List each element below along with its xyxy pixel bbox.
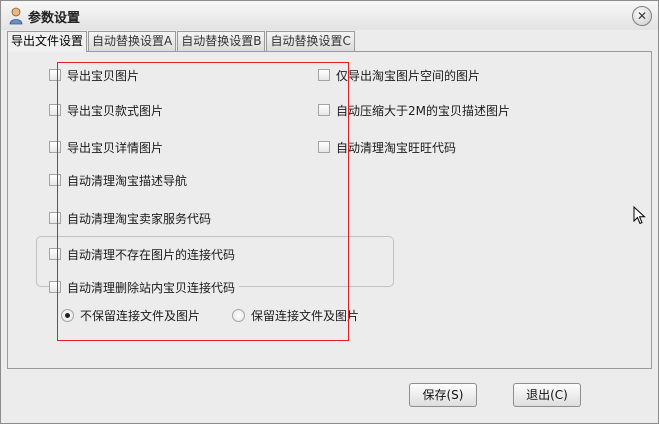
radio-label: 保留连接文件及图片 [251, 308, 360, 323]
close-icon: ✕ [636, 9, 648, 23]
option-export-style-images[interactable]: 导出宝贝款式图片 [49, 102, 163, 118]
option-label: 自动清理删除站内宝贝连接代码 [67, 280, 236, 295]
radio-keep-links[interactable]: 保留连接文件及图片 [232, 307, 359, 323]
option-compress-large-images[interactable]: 自动压缩大于2M的宝贝描述图片 [318, 102, 510, 118]
option-export-detail-images[interactable]: 导出宝贝详情图片 [49, 139, 163, 155]
checkbox[interactable] [49, 104, 61, 116]
option-label: 导出宝贝款式图片 [67, 103, 164, 118]
checkbox[interactable] [49, 141, 61, 153]
tab-auto-replace-c[interactable]: 自动替换设置C [266, 31, 355, 51]
option-label: 自动清理淘宝旺旺代码 [336, 140, 457, 155]
option-clean-internal-item-links[interactable]: 自动清理删除站内宝贝连接代码 [49, 279, 240, 295]
checkbox[interactable] [49, 212, 61, 224]
tab-auto-replace-b[interactable]: 自动替换设置B [177, 31, 266, 51]
user-icon [9, 7, 23, 25]
option-clean-description-nav[interactable]: 自动清理淘宝描述导航 [49, 172, 187, 188]
settings-dialog: 参数设置 ✕ 导出文件设置 自动替换设置A 自动替换设置B 自动替换设置C 导出… [0, 0, 659, 424]
option-label: 自动清理淘宝卖家服务代码 [67, 211, 212, 226]
radio-discard-links[interactable]: 不保留连接文件及图片 [61, 307, 200, 323]
option-clean-wangwang-code[interactable]: 自动清理淘宝旺旺代码 [318, 139, 456, 155]
checkbox[interactable] [318, 141, 330, 153]
radio-label: 不保留连接文件及图片 [80, 308, 201, 323]
title-bar: 参数设置 ✕ [1, 1, 658, 30]
radio-button[interactable] [61, 308, 74, 322]
mouse-cursor-icon [633, 206, 646, 225]
option-only-image-space[interactable]: 仅导出淘宝图片空间的图片 [318, 67, 480, 83]
checkbox[interactable] [318, 104, 330, 116]
checkbox[interactable] [49, 281, 61, 293]
tab-bar: 导出文件设置 自动替换设置A 自动替换设置B 自动替换设置C [7, 31, 356, 52]
close-button[interactable]: ✕ [632, 6, 652, 26]
checkbox[interactable] [49, 174, 61, 186]
option-label: 导出宝贝图片 [67, 68, 140, 83]
tab-export-settings[interactable]: 导出文件设置 [7, 31, 88, 52]
tab-auto-replace-a[interactable]: 自动替换设置A [88, 31, 177, 51]
option-label: 自动压缩大于2M的宝贝描述图片 [336, 103, 510, 118]
window-title: 参数设置 [28, 11, 81, 26]
option-label: 导出宝贝详情图片 [67, 140, 164, 155]
radio-button[interactable] [232, 308, 245, 322]
option-label: 自动清理淘宝描述导航 [67, 173, 188, 188]
option-export-item-images[interactable]: 导出宝贝图片 [49, 67, 139, 83]
option-label: 仅导出淘宝图片空间的图片 [336, 68, 481, 83]
save-button[interactable]: 保存(S) [409, 383, 477, 407]
checkbox[interactable] [318, 69, 330, 81]
checkbox[interactable] [49, 69, 61, 81]
option-clean-seller-service-code[interactable]: 自动清理淘宝卖家服务代码 [49, 210, 211, 226]
exit-button[interactable]: 退出(C) [513, 383, 581, 407]
